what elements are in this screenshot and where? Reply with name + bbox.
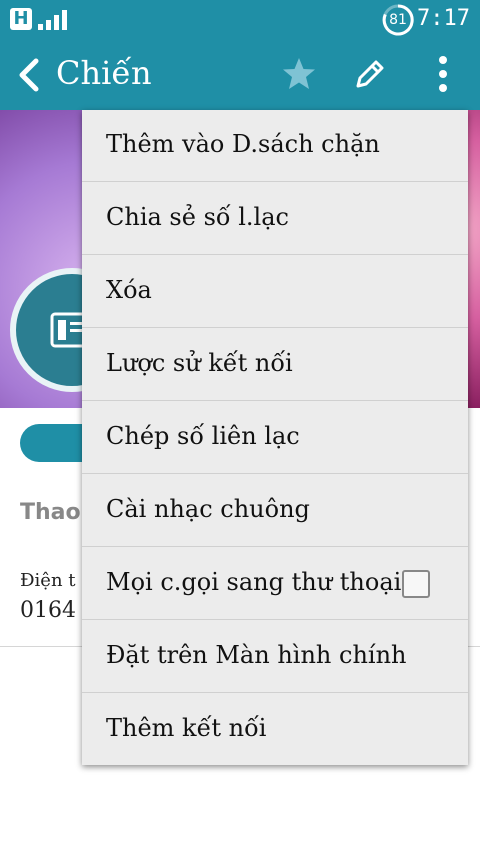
menu-item-block[interactable]: Thêm vào D.sách chặn bbox=[82, 110, 468, 182]
phone-number[interactable]: 0164 bbox=[20, 598, 76, 623]
carrier-badge: H bbox=[10, 8, 32, 30]
app-bar: Chiến bbox=[0, 40, 480, 110]
menu-item-copy[interactable]: Chép số liên lạc bbox=[82, 402, 468, 474]
status-bar: H 81 7:17 bbox=[0, 0, 480, 40]
menu-item-voicemail[interactable]: Mọi c.gọi sang thư thoại bbox=[82, 548, 468, 620]
menu-item-label: Chia sẻ số l.lạc bbox=[106, 203, 289, 231]
menu-item-label: Thêm kết nối bbox=[106, 714, 267, 742]
menu-item-label: Xóa bbox=[106, 276, 152, 304]
more-vertical-icon[interactable] bbox=[435, 54, 451, 94]
battery-level: 81 bbox=[389, 12, 407, 28]
menu-item-label: Cài nhạc chuông bbox=[106, 495, 310, 523]
menu-item-homescreen[interactable]: Đặt trên Màn hình chính bbox=[82, 621, 468, 693]
menu-item-add-connection[interactable]: Thêm kết nối bbox=[82, 694, 468, 766]
star-icon[interactable] bbox=[281, 56, 317, 92]
voicemail-checkbox[interactable] bbox=[402, 570, 430, 598]
menu-item-label: Chép số liên lạc bbox=[106, 422, 300, 450]
menu-item-label: Mọi c.gọi sang thư thoại bbox=[106, 568, 402, 596]
phone-type-label: Điện t bbox=[20, 570, 76, 591]
contact-title: Chiến bbox=[56, 54, 152, 92]
section-label: Thao bbox=[20, 500, 81, 525]
menu-item-label: Đặt trên Màn hình chính bbox=[106, 641, 407, 669]
edit-pencil-icon[interactable] bbox=[352, 56, 388, 92]
menu-item-ringtone[interactable]: Cài nhạc chuông bbox=[82, 475, 468, 547]
menu-item-share[interactable]: Chia sẻ số l.lạc bbox=[82, 183, 468, 255]
menu-item-delete[interactable]: Xóa bbox=[82, 256, 468, 328]
menu-item-label: Lược sử kết nối bbox=[106, 349, 293, 377]
menu-item-label: Thêm vào D.sách chặn bbox=[106, 130, 380, 158]
signal-strength-icon bbox=[38, 10, 67, 30]
overflow-menu: Thêm vào D.sách chặn Chia sẻ số l.lạc Xó… bbox=[82, 110, 468, 765]
back-arrow-icon[interactable] bbox=[16, 58, 42, 92]
menu-item-history[interactable]: Lược sử kết nối bbox=[82, 329, 468, 401]
clock: 7:17 bbox=[417, 6, 470, 31]
